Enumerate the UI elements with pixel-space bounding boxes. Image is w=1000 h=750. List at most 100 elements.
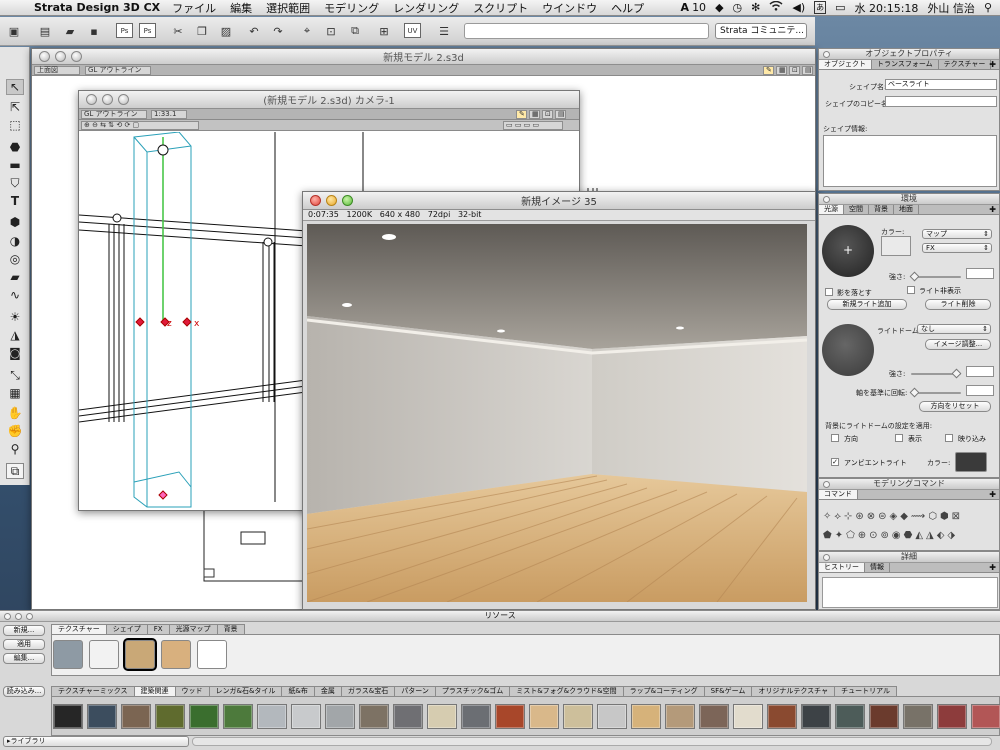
clock[interactable]: 水 20:15:18 bbox=[855, 0, 919, 16]
history-list[interactable] bbox=[822, 577, 998, 608]
menu-script[interactable]: スクリプト bbox=[473, 0, 528, 16]
texture-swatch[interactable] bbox=[223, 704, 253, 729]
grid-icon[interactable]: ▦ bbox=[776, 66, 787, 75]
sweep-tool-icon[interactable]: ◎ bbox=[6, 251, 24, 267]
texture-swatch[interactable] bbox=[325, 704, 355, 729]
texture-swatch[interactable] bbox=[53, 704, 83, 729]
display-checkbox[interactable] bbox=[895, 434, 903, 442]
tab-light[interactable]: 光源 bbox=[819, 205, 844, 214]
snap-icon[interactable]: ⊡ bbox=[789, 66, 800, 75]
render-view-icon[interactable]: ⧉ bbox=[347, 23, 363, 39]
toolbar-search-field[interactable] bbox=[464, 23, 709, 39]
panel-close-button[interactable] bbox=[823, 51, 830, 58]
light-color-swatch[interactable] bbox=[881, 236, 911, 256]
tab-commands[interactable]: コマンド bbox=[819, 490, 858, 499]
zoom-tool-icon[interactable]: ⚲ bbox=[6, 441, 24, 457]
texture-swatch[interactable] bbox=[699, 704, 729, 729]
tab-transform[interactable]: トランスフォーム bbox=[872, 60, 939, 69]
texture-swatch[interactable] bbox=[461, 704, 491, 729]
hide-light-checkbox[interactable] bbox=[907, 286, 915, 294]
close-button[interactable] bbox=[39, 51, 50, 62]
lib-tab-plastic-rubber[interactable]: プラスチック&ゴム bbox=[434, 686, 511, 696]
texture-swatch[interactable] bbox=[563, 704, 593, 729]
modeling-command-icons[interactable]: ✧⟡⊹⊛⊗⊜◈◆⟿⬡⬢⊠ ⬟✦⬠⊕⊙⊚◉⬣◭◮⬖⬗ bbox=[823, 507, 997, 545]
close-button[interactable] bbox=[310, 195, 321, 206]
community-select[interactable]: Strata コミュニテ... bbox=[715, 23, 807, 39]
zoom-button[interactable] bbox=[118, 94, 129, 105]
texture-swatch[interactable] bbox=[87, 704, 117, 729]
ambient-light-checkbox[interactable]: ✓ bbox=[831, 458, 839, 466]
light-dome-select[interactable]: なし bbox=[917, 324, 991, 334]
image-adjust-button[interactable]: イメージ調整... bbox=[925, 339, 991, 350]
rotate-slider[interactable] bbox=[909, 387, 961, 398]
tab-shapes[interactable]: シェイプ bbox=[105, 624, 148, 634]
light-tool-icon[interactable]: ☀ bbox=[6, 309, 24, 325]
add-icon[interactable]: ✚ bbox=[989, 205, 996, 214]
texture-swatch[interactable] bbox=[291, 704, 321, 729]
panel-close-button[interactable] bbox=[823, 481, 830, 488]
lib-tab-texture-mix[interactable]: テクスチャーミックス bbox=[51, 686, 135, 696]
menu-edit[interactable]: 編集 bbox=[230, 0, 252, 16]
library-select[interactable]: ▸ライブラリ bbox=[3, 736, 189, 747]
light-dome-preview[interactable] bbox=[822, 324, 874, 376]
texture-swatch[interactable] bbox=[393, 704, 423, 729]
texture-swatch[interactable] bbox=[869, 704, 899, 729]
pan-view-icon[interactable]: ⊞ bbox=[376, 23, 392, 39]
cast-shadow-checkbox[interactable] bbox=[825, 288, 833, 296]
lib-tab-architecture[interactable]: 建築関連 bbox=[133, 686, 176, 696]
tab-space[interactable]: 空間 bbox=[844, 205, 869, 214]
cut-icon[interactable]: ✂ bbox=[170, 23, 186, 39]
apply-resource-button[interactable]: 適用 bbox=[3, 639, 45, 650]
undo-icon[interactable]: ↶ bbox=[246, 23, 262, 39]
lib-tab-sf-game[interactable]: SF&ゲーム bbox=[703, 686, 753, 696]
texture-swatch[interactable] bbox=[971, 704, 1000, 729]
tab-fx[interactable]: FX bbox=[146, 624, 170, 634]
texture-swatch[interactable] bbox=[733, 704, 763, 729]
copy-icon[interactable]: ❐ bbox=[194, 23, 210, 39]
grid-icon[interactable]: ▦ bbox=[529, 110, 540, 119]
panel-close-button[interactable] bbox=[823, 554, 830, 561]
lib-tab-mist-fog[interactable]: ミスト&フォグ&クラウド&空間 bbox=[509, 686, 624, 696]
delete-light-button[interactable]: ライト削除 bbox=[925, 299, 991, 310]
palette-minimize-button[interactable] bbox=[15, 613, 22, 620]
dome-strength-value[interactable] bbox=[966, 366, 994, 377]
paste-icon[interactable]: ▨ bbox=[218, 23, 234, 39]
group-select-icon[interactable]: ⬚ bbox=[6, 117, 24, 133]
panel-close-button[interactable] bbox=[823, 196, 830, 203]
minimize-button[interactable] bbox=[326, 195, 337, 206]
layout-icon[interactable]: ▤ bbox=[802, 66, 813, 75]
measure-tool-icon[interactable]: ⤡ bbox=[6, 367, 24, 383]
texture-swatch[interactable] bbox=[427, 704, 457, 729]
texture-swatch[interactable] bbox=[155, 704, 185, 729]
new-resource-button[interactable]: 新規... bbox=[3, 625, 45, 636]
redo-icon[interactable]: ↷ bbox=[270, 23, 286, 39]
texture-swatch[interactable] bbox=[767, 704, 797, 729]
input-method-icon[interactable]: あ bbox=[814, 1, 827, 14]
tab-backgrounds[interactable]: 背景 bbox=[216, 624, 245, 634]
shape-copy-field[interactable] bbox=[885, 96, 997, 107]
time-machine-icon[interactable]: ◷ bbox=[733, 1, 743, 14]
camera-scale-field[interactable]: 1:33.1 bbox=[151, 110, 187, 119]
menu-selection[interactable]: 選択範囲 bbox=[266, 0, 310, 16]
ambient-color-swatch[interactable] bbox=[955, 452, 987, 472]
tab-textures[interactable]: テクスチャー bbox=[51, 624, 107, 634]
sphere-tool-icon[interactable]: ⬣ bbox=[6, 139, 24, 155]
menu-window[interactable]: ウインドウ bbox=[542, 0, 597, 16]
tab-background[interactable]: 背景 bbox=[869, 205, 894, 214]
rotate-value[interactable] bbox=[966, 385, 994, 396]
texture-swatch[interactable] bbox=[121, 704, 151, 729]
texture-swatch[interactable] bbox=[529, 704, 559, 729]
frame-object-icon[interactable]: ⌖ bbox=[299, 23, 315, 39]
paint-tool-icon[interactable]: ⛉ bbox=[6, 175, 24, 191]
texture-swatch[interactable] bbox=[937, 704, 967, 729]
texture-swatch[interactable] bbox=[835, 704, 865, 729]
menu-file[interactable]: ファイル bbox=[172, 0, 216, 16]
wifi-icon[interactable] bbox=[769, 0, 783, 14]
strength-slider[interactable] bbox=[909, 271, 961, 282]
user-name[interactable]: 外山 信治 bbox=[927, 0, 975, 16]
snap-icon[interactable]: ⊡ bbox=[542, 110, 553, 119]
new-document-icon[interactable]: ▤ bbox=[37, 23, 53, 39]
lib-tab-pattern[interactable]: パターン bbox=[394, 686, 436, 696]
recent-texture-thumb[interactable] bbox=[197, 640, 227, 669]
render-mode-select[interactable]: GL アウトライン bbox=[85, 66, 151, 75]
